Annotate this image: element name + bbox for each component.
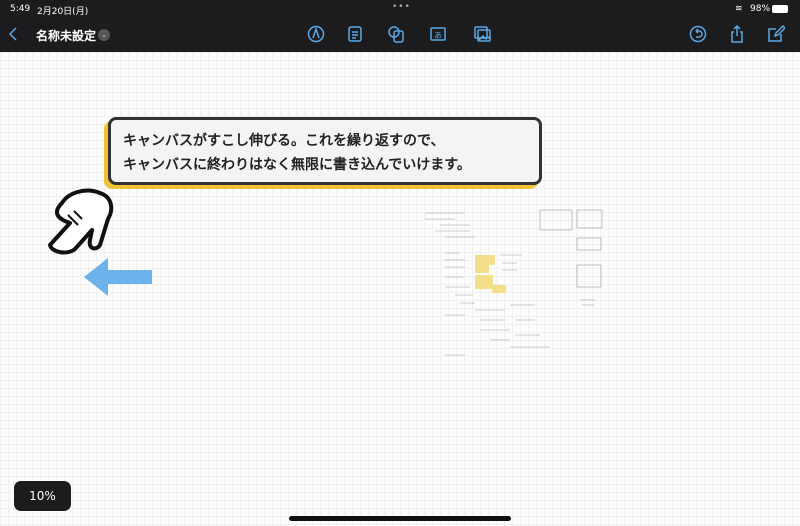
callout-line-2: キャンバスに終わりはなく無限に書き込んでいけます。: [123, 157, 471, 173]
top-bar: 5:49 2月20日(月) ••• ≋ 98% 名称未設定 ⌄ あ: [0, 0, 800, 52]
note-icon[interactable]: [346, 25, 364, 43]
image-icon[interactable]: [473, 25, 491, 43]
sketch-thumbnail: [425, 209, 603, 356]
left-arrow-icon: [84, 258, 152, 296]
compose-icon[interactable]: [767, 24, 787, 43]
pointing-hand-icon: [48, 188, 114, 255]
shapes-icon[interactable]: [387, 25, 405, 43]
battery-level: 98%: [750, 4, 771, 14]
svg-text:あ: あ: [434, 31, 442, 40]
battery-icon: [772, 5, 788, 13]
chevron-down-icon[interactable]: ⌄: [98, 29, 110, 41]
callout-line-1: キャンバスがすこし伸びる。これを繰り返すので、: [123, 133, 445, 149]
document-title[interactable]: 名称未設定: [36, 27, 96, 44]
callout-box: キャンバスがすこし伸びる。これを繰り返すので、 キャンバスに終わりはなく無限に書…: [108, 117, 542, 185]
status-time: 5:49: [10, 4, 31, 14]
wifi-icon: ≋: [735, 4, 743, 14]
pen-icon[interactable]: [307, 25, 325, 43]
back-icon[interactable]: [5, 25, 23, 43]
multitasking-dots[interactable]: •••: [392, 2, 411, 12]
share-icon[interactable]: [728, 24, 746, 43]
undo-icon[interactable]: [689, 25, 707, 43]
home-indicator[interactable]: [289, 516, 511, 521]
zoom-level-indicator[interactable]: 10%: [14, 481, 71, 511]
status-date: 2月20日(月): [37, 7, 89, 17]
text-icon[interactable]: あ: [429, 25, 447, 43]
